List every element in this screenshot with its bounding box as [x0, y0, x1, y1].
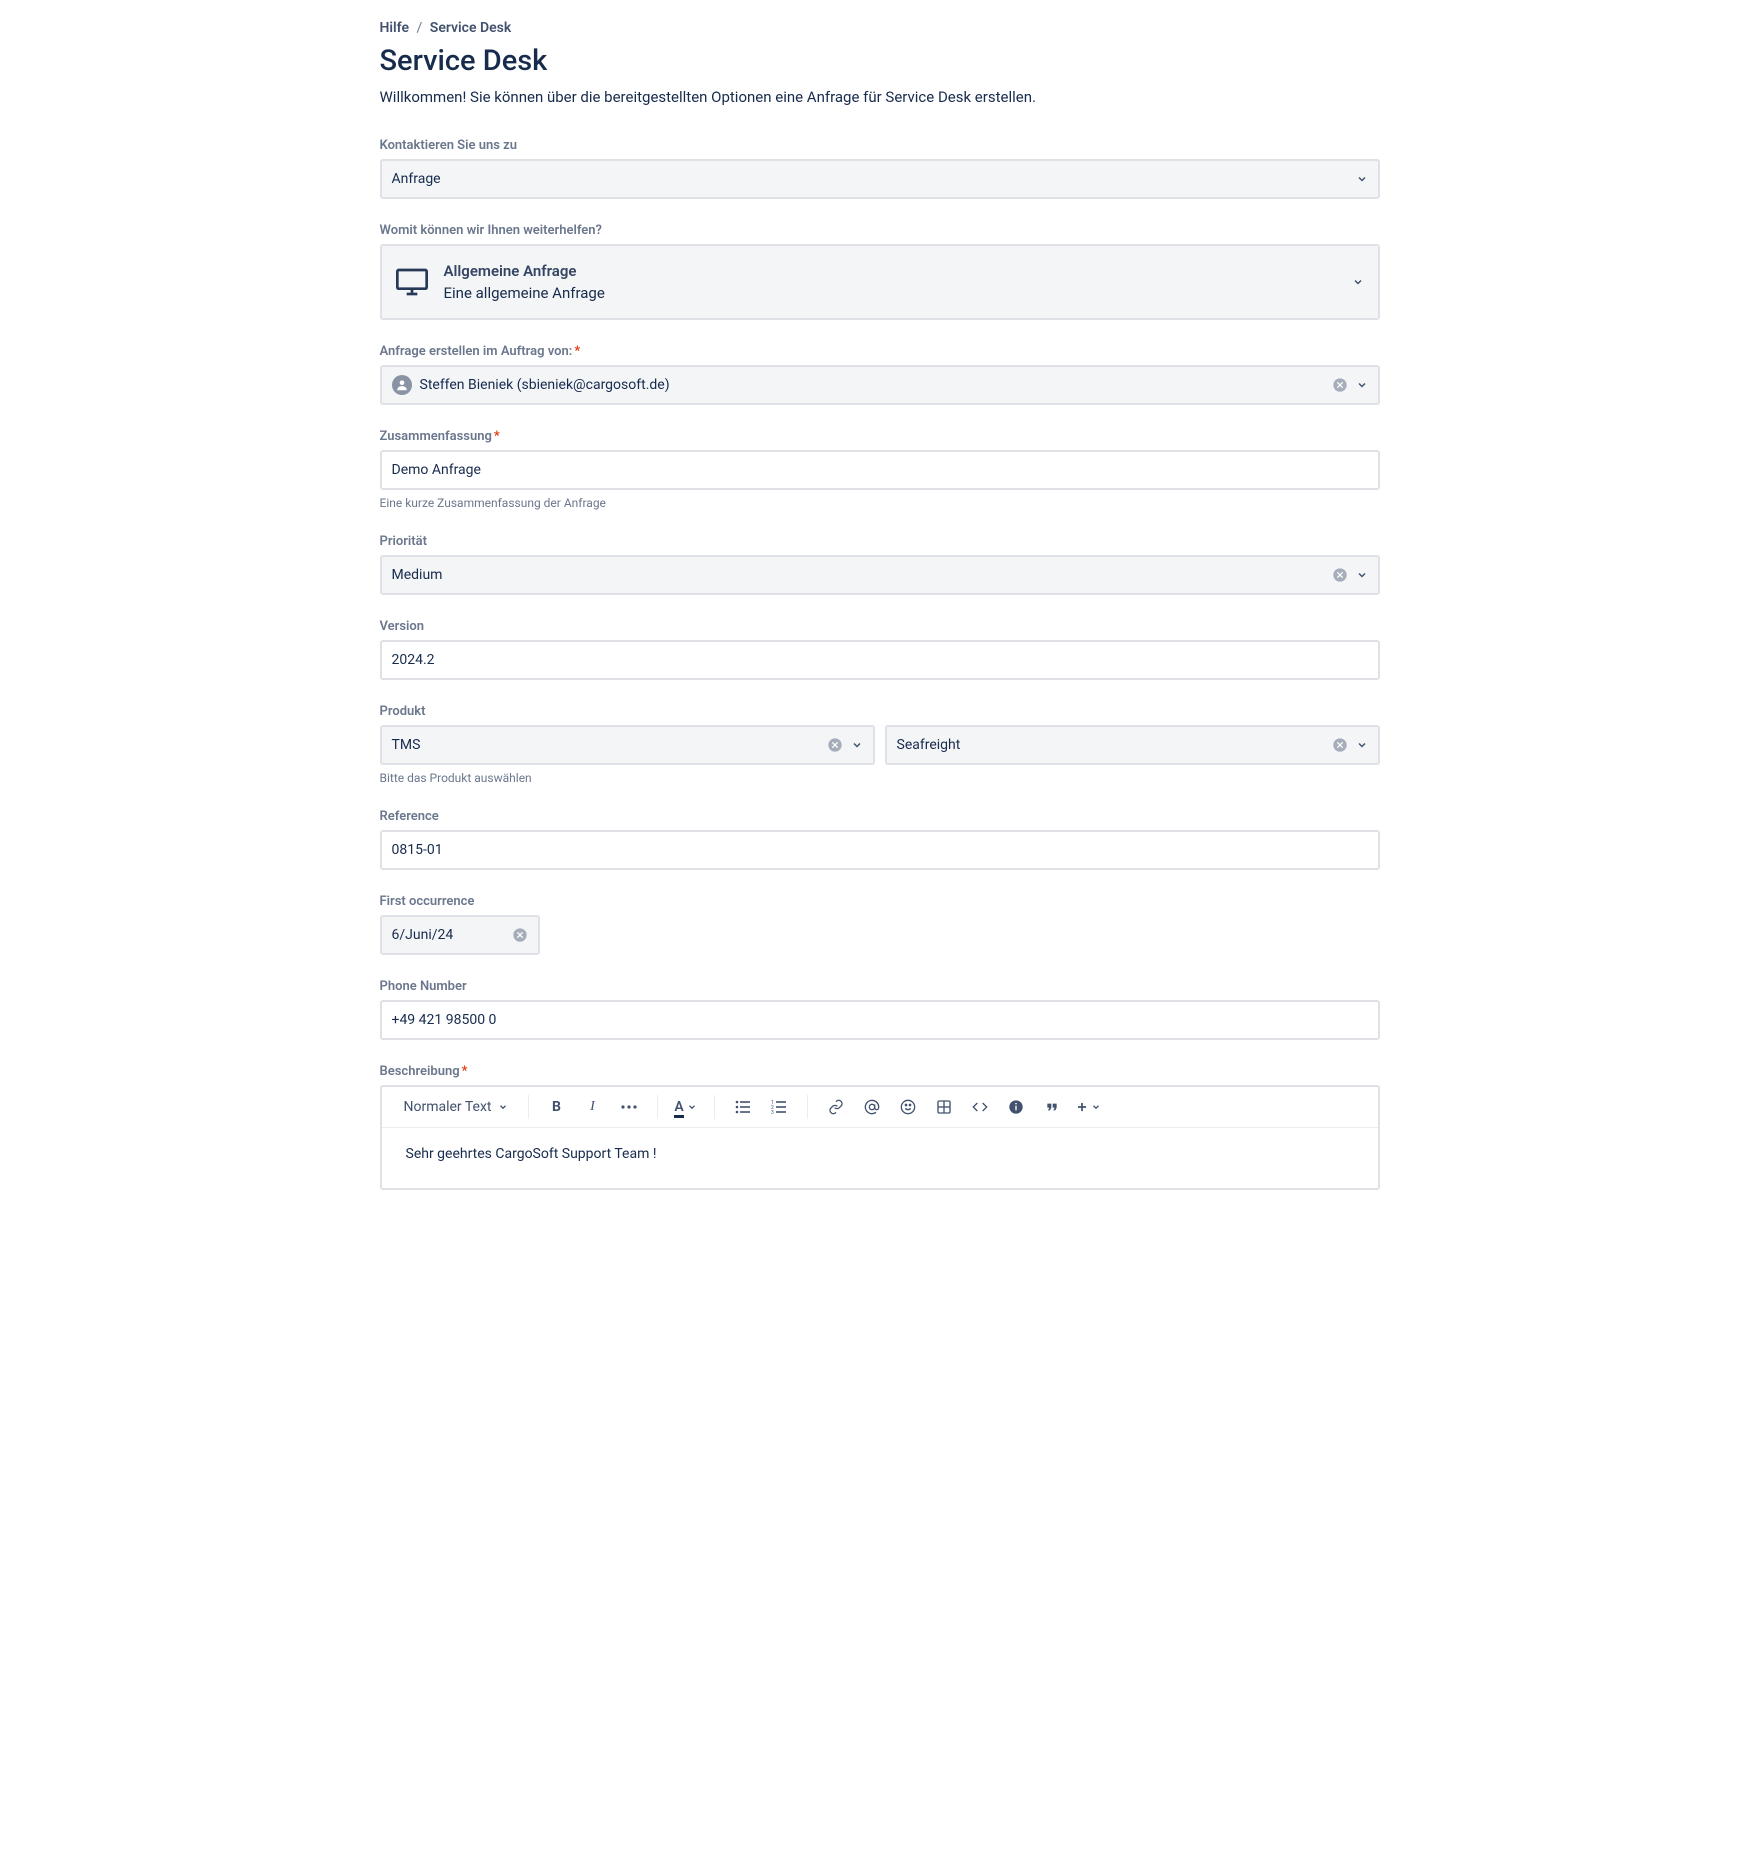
on-behalf-label: Anfrage erstellen im Auftrag von:*: [380, 344, 1380, 359]
reference-label: Reference: [380, 809, 1380, 824]
contact-about-value: Anfrage: [392, 171, 1348, 187]
chevron-down-icon: [1356, 173, 1368, 185]
product-label: Produkt: [380, 704, 1380, 719]
welcome-text: Willkommen! Sie können über die bereitge…: [380, 88, 1380, 106]
request-type-subtitle: Eine allgemeine Anfrage: [444, 284, 605, 302]
first-occurrence-label: First occurrence: [380, 894, 1380, 909]
clear-icon[interactable]: [1332, 567, 1348, 583]
on-behalf-select[interactable]: Steffen Bieniek (sbieniek@cargosoft.de): [380, 365, 1380, 405]
on-behalf-value: Steffen Bieniek (sbieniek@cargosoft.de): [420, 377, 1324, 393]
breadcrumb-separator: /: [417, 20, 423, 36]
contact-about-select[interactable]: Anfrage: [380, 159, 1380, 199]
page-title: Service Desk: [380, 44, 1380, 78]
insert-more-button[interactable]: [1072, 1091, 1104, 1123]
summary-input[interactable]: [380, 450, 1380, 490]
numbered-list-button[interactable]: 123: [763, 1091, 795, 1123]
breadcrumb: Hilfe / Service Desk: [380, 20, 1380, 36]
info-panel-button[interactable]: [1000, 1091, 1032, 1123]
product-primary-select[interactable]: TMS: [380, 725, 875, 765]
link-button[interactable]: [820, 1091, 852, 1123]
bold-button[interactable]: B: [541, 1091, 573, 1123]
phone-label: Phone Number: [380, 979, 1380, 994]
summary-help: Eine kurze Zusammenfassung der Anfrage: [380, 496, 1380, 510]
clear-icon[interactable]: [512, 927, 528, 943]
quote-button[interactable]: [1036, 1091, 1068, 1123]
chevron-down-icon: [1356, 379, 1368, 391]
phone-input[interactable]: [380, 1000, 1380, 1040]
table-button[interactable]: [928, 1091, 960, 1123]
clear-icon[interactable]: [1332, 377, 1348, 393]
priority-value: Medium: [392, 567, 1324, 583]
chevron-down-icon: [1352, 276, 1364, 288]
user-avatar-icon: [392, 375, 412, 395]
more-formatting-button[interactable]: [613, 1091, 645, 1123]
breadcrumb-root[interactable]: Hilfe: [380, 20, 410, 36]
priority-label: Priorität: [380, 534, 1380, 549]
svg-text:3: 3: [771, 1110, 774, 1115]
bullet-list-button[interactable]: [727, 1091, 759, 1123]
emoji-button[interactable]: [892, 1091, 924, 1123]
product-primary-value: TMS: [392, 737, 819, 753]
clear-icon[interactable]: [1332, 737, 1348, 753]
text-color-button[interactable]: A: [670, 1091, 702, 1123]
request-type-select[interactable]: Allgemeine Anfrage Eine allgemeine Anfra…: [380, 244, 1380, 320]
text-style-dropdown[interactable]: Normaler Text: [396, 1091, 516, 1123]
request-type-title: Allgemeine Anfrage: [444, 262, 605, 280]
priority-select[interactable]: Medium: [380, 555, 1380, 595]
contact-about-label: Kontaktieren Sie uns zu: [380, 138, 1380, 153]
summary-label: Zusammenfassung*: [380, 429, 1380, 444]
italic-button[interactable]: I: [577, 1091, 609, 1123]
version-input[interactable]: [380, 640, 1380, 680]
chevron-down-icon: [851, 739, 863, 751]
description-editor: Normaler Text B I A: [380, 1085, 1380, 1190]
mention-button[interactable]: [856, 1091, 888, 1123]
first-occurrence-value: 6/Juni/24: [392, 927, 504, 943]
clear-icon[interactable]: [827, 737, 843, 753]
monitor-icon: [396, 268, 428, 296]
reference-input[interactable]: [380, 830, 1380, 870]
help-with-label: Womit können wir Ihnen weiterhelfen?: [380, 223, 1380, 238]
breadcrumb-current[interactable]: Service Desk: [430, 20, 511, 36]
chevron-down-icon: [1356, 739, 1368, 751]
editor-toolbar: Normaler Text B I A: [382, 1087, 1378, 1128]
chevron-down-icon: [1356, 569, 1368, 581]
first-occurrence-input[interactable]: 6/Juni/24: [380, 915, 540, 955]
code-button[interactable]: [964, 1091, 996, 1123]
product-secondary-value: Seafreight: [897, 737, 1324, 753]
version-label: Version: [380, 619, 1380, 634]
description-label: Beschreibung*: [380, 1064, 1380, 1079]
product-help: Bitte das Produkt auswählen: [380, 771, 1380, 785]
description-textarea[interactable]: Sehr geehrtes CargoSoft Support Team !: [382, 1128, 1378, 1188]
product-secondary-select[interactable]: Seafreight: [885, 725, 1380, 765]
